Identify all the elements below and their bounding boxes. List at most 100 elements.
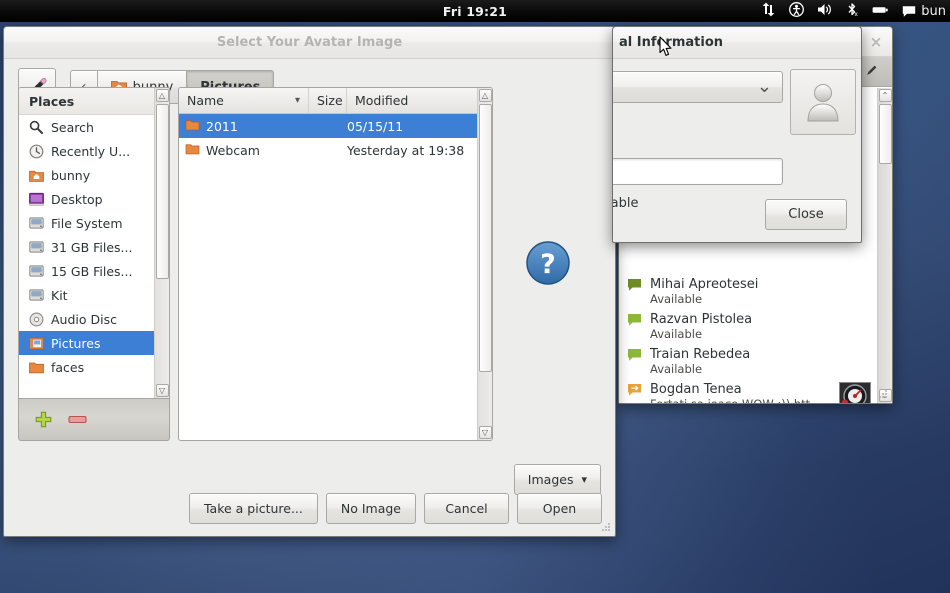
file-name: Webcam — [206, 142, 260, 158]
list-item[interactable]: Mihai Apreotesei Available — [619, 274, 877, 309]
drive-icon — [28, 263, 44, 279]
list-item[interactable]: Razvan Pistolea Available — [619, 309, 877, 344]
sidebar-item-15gb-filesystem[interactable]: 15 GB Files... — [19, 259, 154, 283]
sidebar-item-label: File System — [51, 215, 123, 231]
chat-user-indicator[interactable]: bun — [902, 4, 946, 19]
add-bookmark-button[interactable] — [35, 411, 52, 428]
home-folder-icon — [28, 167, 44, 183]
file-list-scrollbar[interactable]: △ ▽ — [477, 88, 492, 440]
sidebar-item-31gb-filesystem[interactable]: 31 GB Files... — [19, 235, 154, 259]
close-button[interactable]: Close — [765, 199, 847, 230]
dialog-title: al Information — [619, 35, 724, 50]
file-list-header: Name ▾ Size Modified — [179, 88, 477, 114]
places-list[interactable]: Places Search Recently U... bunny Deskto… — [19, 88, 154, 398]
battery-icon[interactable] — [872, 4, 889, 18]
scrollbar-track[interactable] — [155, 104, 169, 382]
scroll-up-icon[interactable]: ⌃ — [878, 89, 892, 102]
file-list[interactable]: Name ▾ Size Modified 2011 05/15/11 Webca… — [179, 88, 477, 440]
page-title: Select Your Avatar Image — [216, 35, 403, 50]
contact-list-scrollbar[interactable]: ⌃ ⌄ — [877, 88, 892, 403]
scrollbar-thumb[interactable] — [155, 104, 169, 279]
drive-icon — [28, 287, 44, 303]
preview-pane: ? — [493, 87, 603, 441]
presence-available-icon — [627, 277, 643, 296]
svg-text:?: ? — [540, 249, 556, 280]
places-scrollbar[interactable]: △ ▽ — [154, 88, 169, 398]
list-item[interactable]: Bogdan Tenea Fortati sa joace WOW :)) ht… — [619, 379, 877, 403]
take-a-picture-button[interactable]: Take a picture... — [188, 493, 318, 524]
sidebar-item-bunny[interactable]: bunny — [19, 163, 154, 187]
contact-name: Traian Rebedea — [650, 347, 751, 362]
contact-name: Razvan Pistolea — [650, 312, 753, 327]
places-action-bar — [18, 399, 170, 441]
volume-icon[interactable] — [817, 2, 833, 20]
scroll-down-icon[interactable]: ▽ — [478, 426, 492, 439]
column-label: Name — [187, 93, 224, 108]
personal-information-titlebar[interactable]: al Information — [613, 27, 861, 59]
account-row: ⌄ — [613, 71, 783, 103]
chevron-down-icon: ⌄ — [756, 76, 772, 97]
scroll-up-icon[interactable]: △ — [155, 89, 169, 102]
sidebar-item-desktop[interactable]: Desktop — [19, 187, 154, 211]
no-image-button[interactable]: No Image — [325, 493, 416, 524]
sidebar-item-audio-disc[interactable]: Audio Disc — [19, 307, 154, 331]
contact-name: Bogdan Tenea — [650, 382, 742, 397]
filter-row: Images ▾ — [513, 464, 601, 495]
network-transfer-icon[interactable] — [761, 2, 776, 20]
tray-username: bun — [921, 3, 946, 19]
pencil-icon[interactable] — [865, 63, 879, 80]
open-button[interactable]: Open — [517, 493, 602, 524]
column-header-modified[interactable]: Modified — [347, 88, 477, 113]
default-avatar-icon — [807, 84, 839, 122]
scrollbar-thumb[interactable] — [878, 104, 892, 164]
chevron-down-icon: ▾ — [581, 473, 587, 486]
account-combobox[interactable]: ⌄ — [613, 71, 783, 103]
status-text: lable — [613, 196, 639, 211]
contact-name: Mihai Apreotesei — [650, 277, 759, 292]
sidebar-item-label: Desktop — [51, 191, 103, 207]
nickname-field[interactable] — [613, 158, 783, 185]
column-header-size[interactable]: Size — [309, 88, 347, 113]
resize-grip[interactable] — [600, 521, 612, 533]
scrollbar-thumb[interactable] — [478, 104, 492, 372]
resize-grip[interactable] — [877, 388, 889, 400]
sidebar-item-file-system[interactable]: File System — [19, 211, 154, 235]
cancel-button[interactable]: Cancel — [424, 493, 509, 524]
sidebar-item-search[interactable]: Search — [19, 115, 154, 139]
scroll-up-icon[interactable]: △ — [478, 89, 492, 102]
presence-available-icon — [627, 312, 643, 331]
drive-icon — [28, 239, 44, 255]
list-item[interactable]: Traian Rebedea Available — [619, 344, 877, 379]
file-dialog-titlebar[interactable]: Select Your Avatar Image — [4, 27, 615, 59]
table-row[interactable]: 2011 05/15/11 — [179, 114, 477, 138]
sidebar-item-pictures[interactable]: Pictures — [19, 331, 154, 355]
file-dialog-body: Places Search Recently U... bunny Deskto… — [18, 87, 603, 449]
scroll-down-icon[interactable]: ▽ — [155, 384, 169, 397]
table-row[interactable]: Webcam Yesterday at 19:38 — [179, 138, 477, 162]
remove-bookmark-button[interactable] — [68, 414, 87, 425]
contact-status: Available — [650, 292, 703, 306]
column-header-name[interactable]: Name ▾ — [179, 88, 309, 113]
scrollbar-track[interactable] — [478, 104, 492, 424]
file-name: 2011 — [206, 118, 238, 134]
sidebar-item-faces[interactable]: faces — [19, 355, 154, 379]
accessibility-icon[interactable] — [789, 2, 805, 20]
svg-text:x: x — [855, 11, 859, 17]
file-modified: 05/15/11 — [347, 118, 404, 134]
scrollbar-track[interactable] — [878, 104, 892, 387]
disc-icon — [28, 311, 44, 327]
avatar-button[interactable] — [790, 69, 856, 135]
sidebar-item-recently-used[interactable]: Recently U... — [19, 139, 154, 163]
sidebar-item-label: Search — [51, 119, 94, 135]
sidebar-item-kit[interactable]: Kit — [19, 283, 154, 307]
sidebar-item-label: faces — [51, 359, 85, 375]
file-type-filter-dropdown[interactable]: Images ▾ — [513, 464, 601, 495]
sidebar-item-label: Kit — [51, 287, 68, 303]
sidebar-item-label: Pictures — [51, 335, 101, 351]
close-icon[interactable]: × — [868, 35, 884, 51]
bluetooth-disabled-icon[interactable]: x — [846, 2, 859, 20]
drive-icon — [28, 215, 44, 231]
chevron-down-icon: ▾ — [294, 95, 300, 106]
desktop-icon — [28, 191, 44, 207]
system-tray: x bun — [761, 0, 946, 22]
